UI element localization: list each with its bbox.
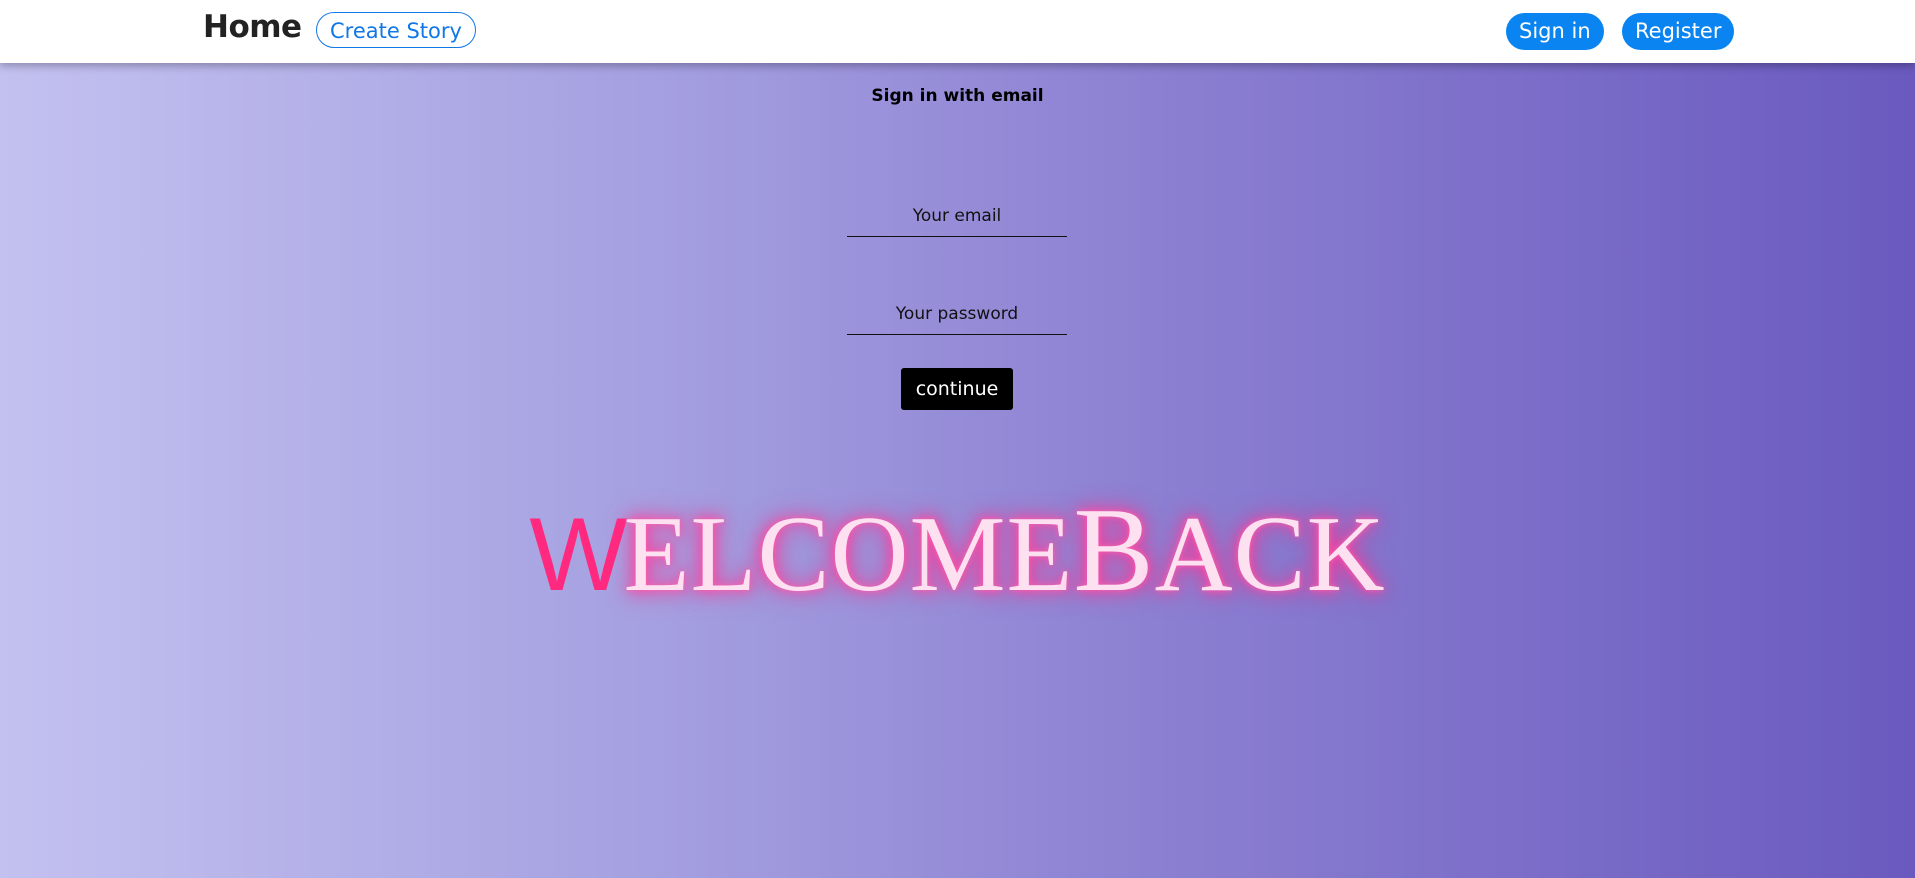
back-word-rest: ACK [1154,495,1386,614]
welcome-back-heading: WELCOMEBACK [0,490,1915,615]
home-link[interactable]: Home [203,9,302,45]
email-input[interactable] [847,196,1067,237]
register-button[interactable]: Register [1622,13,1735,50]
create-story-button[interactable]: Create Story [316,12,476,48]
welcome-first-letter: W [529,497,627,613]
welcome-word-rest: ELCOME [623,495,1074,614]
continue-button[interactable]: continue [901,368,1013,410]
sign-in-button[interactable]: Sign in [1506,13,1604,50]
back-first-letter: B [1073,483,1155,616]
form-title: Sign in with email [871,86,1044,106]
top-navbar: Home Create Story Sign in Register [0,0,1915,63]
password-input[interactable] [847,294,1067,335]
